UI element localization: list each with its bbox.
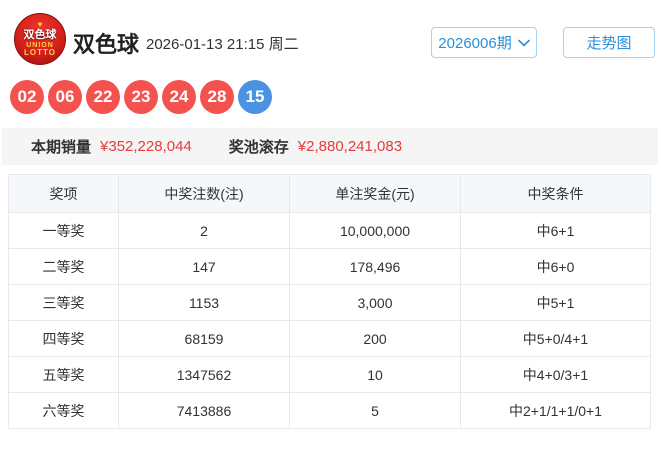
draw-datetime: 2026-01-13 21:15 周二	[146, 36, 299, 53]
prize-tier-cell: 六等奖	[8, 392, 119, 429]
logo-text-lotto: LOTTO	[24, 48, 56, 57]
winner-count-cell: 1153	[118, 284, 290, 321]
header-bar: ♥ 双色球 UNION LOTTO 双色球 2026-01-13 21:15 周…	[0, 0, 661, 76]
lottery-ball: 06	[48, 80, 82, 114]
win-condition-cell: 中2+1/1+1/0+1	[460, 392, 651, 429]
prize-amount-cell: 200	[289, 320, 461, 357]
prize-row: 二等奖 147 178,496 中6+0	[8, 248, 651, 285]
lottery-ball: 24	[162, 80, 196, 114]
winner-count-cell: 147	[118, 248, 290, 285]
prize-table-header-row: 奖项 中奖注数(注) 单注奖金(元) 中奖条件	[8, 174, 651, 213]
prize-amount-cell: 10,000,000	[289, 212, 461, 249]
union-lotto-logo: ♥ 双色球 UNION LOTTO	[14, 13, 66, 65]
stats-bar: 本期销量 ¥352,228,044 奖池滚存 ¥2,880,241,083	[2, 128, 658, 165]
winner-count-cell: 7413886	[118, 392, 290, 429]
heart-icon: ♥	[37, 20, 43, 29]
prize-amount-cell: 178,496	[289, 248, 461, 285]
prize-tier-cell: 四等奖	[8, 320, 119, 357]
prize-row: 三等奖 1153 3,000 中5+1	[8, 284, 651, 321]
win-condition-cell: 中4+0/3+1	[460, 356, 651, 393]
prize-row: 一等奖 2 10,000,000 中6+1	[8, 212, 651, 249]
issue-select-label: 2026006期	[438, 35, 512, 52]
prize-tier-cell: 五等奖	[8, 356, 119, 393]
prize-tier-cell: 一等奖	[8, 212, 119, 249]
prize-table: 奖项 中奖注数(注) 单注奖金(元) 中奖条件 一等奖 2 10,000,000…	[8, 174, 651, 429]
trend-chart-button[interactable]: 走势图	[563, 27, 655, 58]
win-condition-cell: 中5+0/4+1	[460, 320, 651, 357]
lottery-ball: 23	[124, 80, 158, 114]
lottery-ball: 02	[10, 80, 44, 114]
lottery-ball: 22	[86, 80, 120, 114]
winner-count-cell: 68159	[118, 320, 290, 357]
sales-label: 本期销量	[31, 139, 92, 156]
winner-count-cell: 1347562	[118, 356, 290, 393]
pool-label: 奖池滚存	[228, 139, 289, 156]
column-header: 中奖条件	[460, 174, 651, 213]
prize-amount-cell: 5	[289, 392, 461, 429]
prize-row: 六等奖 7413886 5 中2+1/1+1/0+1	[8, 392, 651, 429]
prize-tier-cell: 二等奖	[8, 248, 119, 285]
prize-amount-cell: 10	[289, 356, 461, 393]
prize-amount-cell: 3,000	[289, 284, 461, 321]
lottery-ball: 28	[200, 80, 234, 114]
pool-value: ¥2,880,241,083	[297, 138, 403, 155]
lottery-ball: 15	[238, 80, 272, 114]
column-header: 奖项	[8, 174, 119, 213]
winner-count-cell: 2	[118, 212, 290, 249]
prize-tier-cell: 三等奖	[8, 284, 119, 321]
issue-select-dropdown[interactable]: 2026006期	[431, 27, 537, 58]
win-condition-cell: 中5+1	[460, 284, 651, 321]
prize-row: 四等奖 68159 200 中5+0/4+1	[8, 320, 651, 357]
win-condition-cell: 中6+1	[460, 212, 651, 249]
chevron-down-icon	[517, 39, 530, 46]
sales-value: ¥352,228,044	[100, 138, 192, 155]
win-condition-cell: 中6+0	[460, 248, 651, 285]
prize-row: 五等奖 1347562 10 中4+0/3+1	[8, 356, 651, 393]
column-header: 中奖注数(注)	[118, 174, 290, 213]
winning-numbers: 02 06 22 23 24 28 15	[10, 80, 272, 114]
logo-text-cn: 双色球	[23, 29, 57, 41]
column-header: 单注奖金(元)	[289, 174, 461, 213]
page-title: 双色球	[73, 32, 140, 57]
